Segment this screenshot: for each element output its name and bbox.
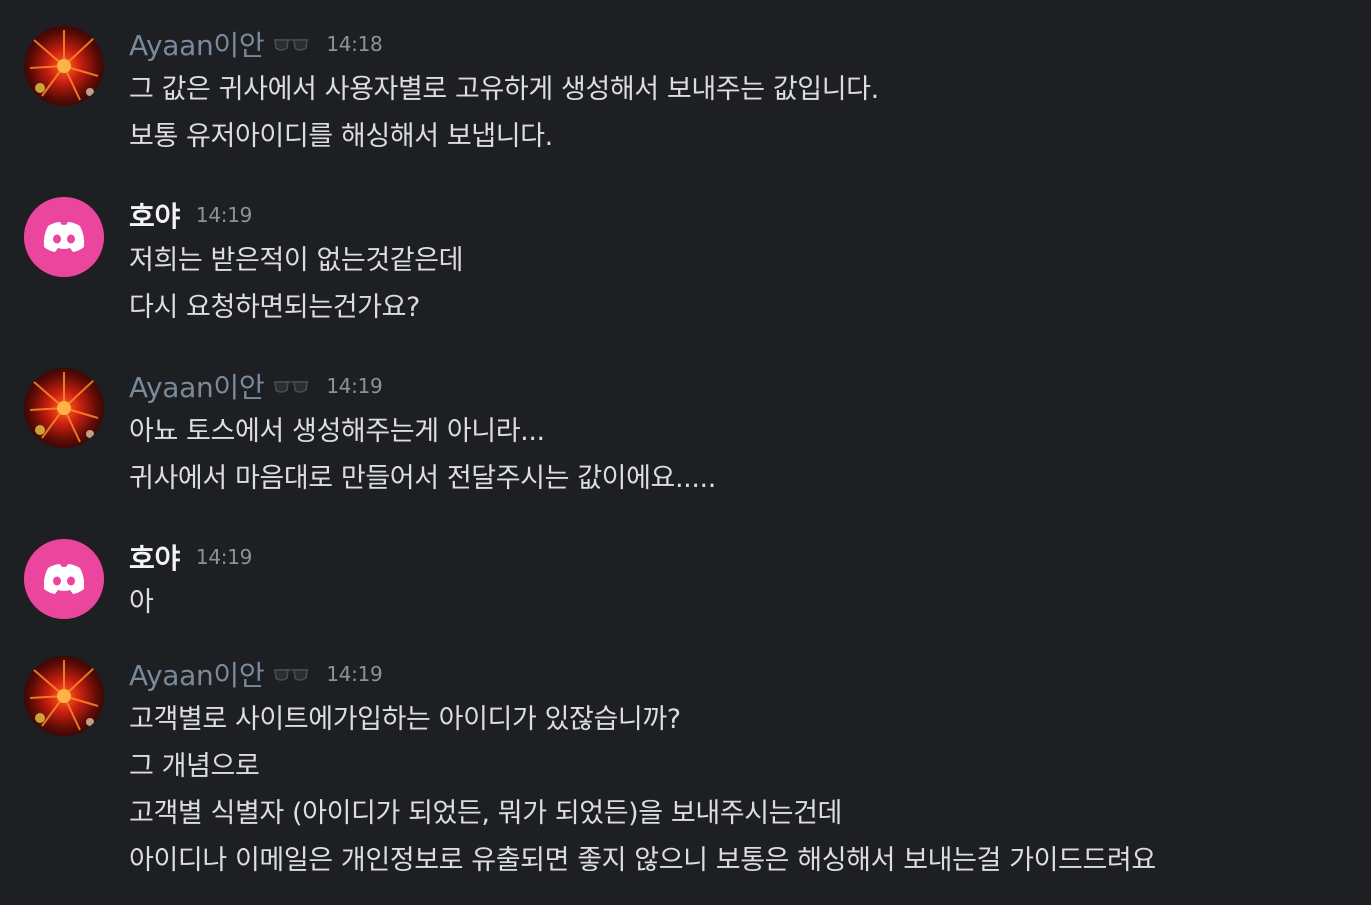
username[interactable]: 호야 bbox=[129, 195, 180, 235]
red-flower-avatar-image bbox=[24, 26, 104, 106]
message-line: 보통 유저아이디를 해싱해서 보냅니다. bbox=[129, 121, 553, 152]
username[interactable]: 호야 bbox=[129, 537, 180, 577]
message-line: 아뇨 토스에서 생성해주는게 아니라... bbox=[129, 416, 545, 447]
username[interactable]: Ayaan이안 bbox=[129, 366, 265, 406]
avatar-hoya[interactable] bbox=[24, 539, 104, 619]
message-line: 다시 요청하면되는건가요? bbox=[129, 292, 420, 323]
discord-logo-icon bbox=[24, 197, 104, 277]
message-header: Ayaan이안 14:19 bbox=[129, 652, 1371, 696]
discord-logo-icon bbox=[24, 539, 104, 619]
red-flower-avatar-image bbox=[24, 368, 104, 448]
username[interactable]: Ayaan이안 bbox=[129, 654, 265, 694]
message-line: 그 개념으로 bbox=[129, 751, 260, 782]
message-line: 귀사에서 마음대로 만들어서 전달주시는 값이에요..... bbox=[129, 463, 716, 494]
message-header: Ayaan이안 14:19 bbox=[129, 364, 1371, 408]
avatar-ayaan[interactable] bbox=[24, 26, 104, 106]
message-content: 호야 14:19 저희는 받은적이 없는것같은데 다시 요청하면되는건가요? bbox=[129, 193, 1371, 331]
sunglasses-icon bbox=[272, 375, 310, 397]
avatar-ayaan[interactable] bbox=[24, 656, 104, 736]
timestamp: 14:19 bbox=[326, 374, 383, 398]
message-line: 그 값은 귀사에서 사용자별로 고유하게 생성해서 보내주는 값입니다. bbox=[129, 74, 879, 105]
message-header: Ayaan이안 14:18 bbox=[129, 22, 1371, 66]
message-header: 호야 14:19 bbox=[129, 535, 1371, 579]
message-content: Ayaan이안 14:19 아뇨 토스에서 생성해주는게 아니라... 귀사에서… bbox=[129, 364, 1371, 502]
chat-log: Ayaan이안 14:18 그 값은 귀사에서 사용자별로 고유하게 생성해서 … bbox=[0, 0, 1371, 905]
avatar-hoya[interactable] bbox=[24, 197, 104, 277]
avatar-ayaan[interactable] bbox=[24, 368, 104, 448]
message-content: Ayaan이안 14:19 고객별로 사이트에가입하는 아이디가 있잖습니까? … bbox=[129, 652, 1371, 884]
message-line: 아 bbox=[129, 587, 154, 618]
timestamp: 14:18 bbox=[326, 32, 383, 56]
red-flower-avatar-image bbox=[24, 656, 104, 736]
username[interactable]: Ayaan이안 bbox=[129, 24, 265, 64]
message-content: Ayaan이안 14:18 그 값은 귀사에서 사용자별로 고유하게 생성해서 … bbox=[129, 22, 1371, 160]
timestamp: 14:19 bbox=[326, 662, 383, 686]
sunglasses-icon bbox=[272, 33, 310, 55]
message-content: 호야 14:19 아 bbox=[129, 535, 1371, 626]
timestamp: 14:19 bbox=[195, 545, 253, 569]
message-line: 고객별 식별자 (아이디가 되었든, 뭐가 되었든)을 보내주시는건데 bbox=[129, 798, 842, 829]
sunglasses-icon bbox=[272, 663, 310, 685]
message-header: 호야 14:19 bbox=[129, 193, 1371, 237]
message-line: 고객별로 사이트에가입하는 아이디가 있잖습니까? bbox=[129, 704, 681, 735]
timestamp: 14:19 bbox=[195, 203, 253, 227]
message-line: 아이디나 이메일은 개인정보로 유출되면 좋지 않으니 보통은 해싱해서 보내는… bbox=[129, 845, 1156, 876]
message-line: 저희는 받은적이 없는것같은데 bbox=[129, 245, 464, 276]
